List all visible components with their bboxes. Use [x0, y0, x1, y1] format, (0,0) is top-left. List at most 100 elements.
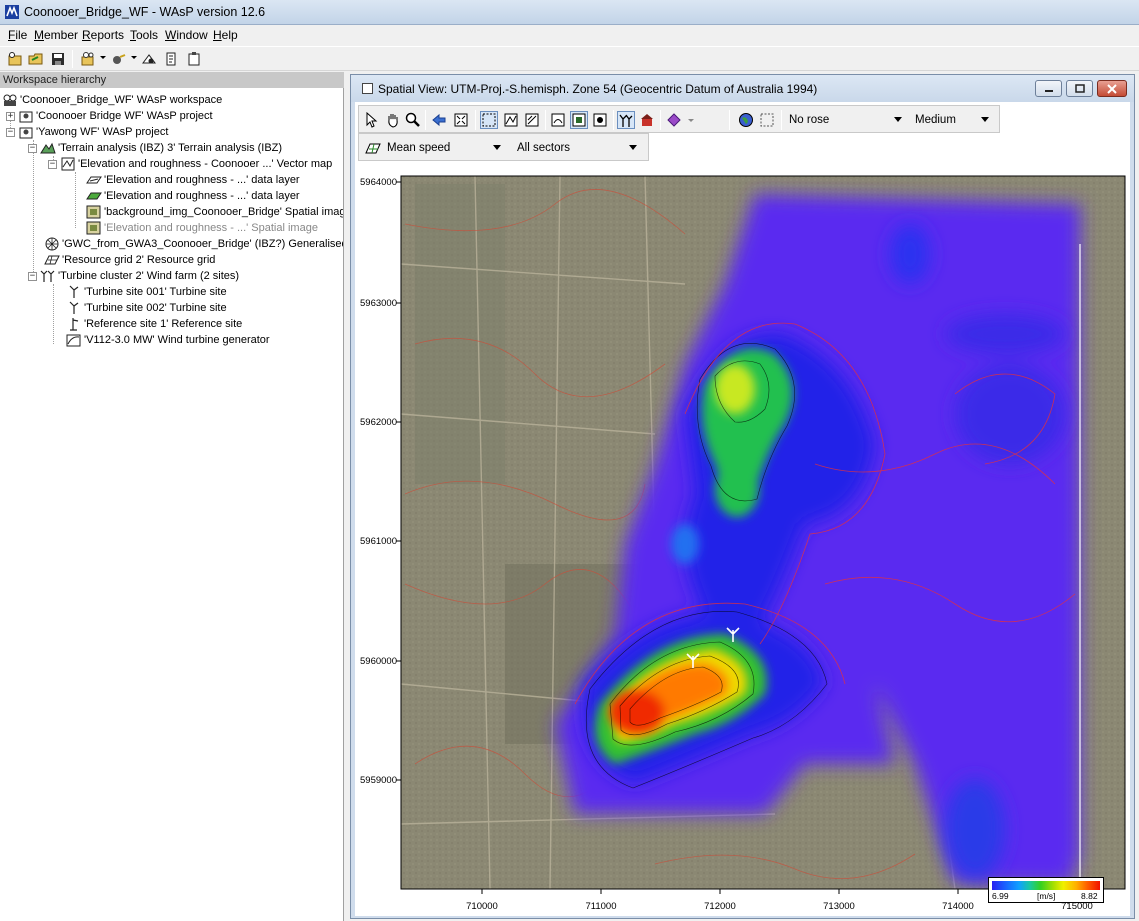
globe-icon[interactable] [737, 111, 755, 129]
menu-file[interactable]: File [8, 28, 27, 42]
collapse-toggle[interactable]: − [28, 271, 37, 281]
variable-select[interactable]: Mean speed [383, 138, 507, 157]
chevron-down-icon [493, 145, 501, 150]
x-tick-label: 712000 [704, 901, 736, 912]
tree-item-turbine-generator[interactable]: 'V112-3.0 MW' Wind turbine generator [66, 332, 270, 348]
spatial-view-titlebar[interactable]: Spatial View: UTM-Proj.-S.hemisph. Zone … [351, 75, 1134, 102]
menu-reports[interactable]: Reports [82, 28, 124, 42]
data-layer-icon [86, 176, 102, 184]
legend-unit: [m/s] [1037, 891, 1056, 901]
pan-hand-icon[interactable] [384, 111, 402, 129]
turbine-site-icon [69, 285, 79, 298]
map-layer-icon[interactable] [502, 111, 520, 129]
minimize-icon [1044, 89, 1053, 92]
add-member-icon[interactable] [110, 50, 128, 68]
zoom-icon[interactable] [404, 111, 422, 129]
tree-item-vector-map[interactable]: − 'Elevation and roughness - Coonooer ..… [48, 156, 332, 172]
resource-map[interactable] [355, 164, 1130, 916]
dashed-frame-icon[interactable] [758, 111, 776, 129]
rose-select[interactable]: No rose [785, 110, 908, 129]
spatial-view-toolbar: No rose Medium [358, 105, 1000, 133]
expand-toggle[interactable]: + [6, 111, 15, 121]
image-layer-icon[interactable] [570, 111, 588, 129]
tree-item-data-layer-2[interactable]: 'Elevation and roughness - ...' data lay… [86, 188, 300, 204]
size-select[interactable]: Medium [911, 110, 995, 129]
tree-item-generalised-wind-climate[interactable]: 'GWC_from_GWA3_Coonooer_Bridge' (IBZ?) G… [44, 236, 343, 252]
tree-item-terrain-analysis[interactable]: − 'Terrain analysis (IBZ) 3' Terrain ana… [28, 140, 282, 156]
spatial-image-icon [86, 205, 101, 219]
wasp-app-icon [5, 5, 19, 19]
wind-farm-icon [40, 270, 55, 282]
workspace-icon [3, 94, 17, 106]
grid-layer-icon[interactable] [591, 111, 609, 129]
pointer-tool-icon[interactable] [363, 111, 381, 129]
x-tick-label: 714000 [942, 901, 974, 912]
resource-grid-icon[interactable] [364, 139, 382, 157]
select-area-icon[interactable] [480, 111, 498, 129]
clipboard-icon[interactable] [185, 50, 203, 68]
x-tick-label: 711000 [585, 901, 617, 912]
report-icon[interactable] [162, 50, 180, 68]
tree-item-turbine-site-002[interactable]: 'Turbine site 002' Turbine site [66, 300, 227, 316]
spatial-view-window: Spatial View: UTM-Proj.-S.hemisph. Zone … [350, 74, 1135, 919]
open-folder-icon[interactable] [27, 50, 45, 68]
y-tick-label: 5961000 [360, 536, 397, 547]
spatial-view-title: Spatial View: UTM-Proj.-S.hemisph. Zone … [378, 82, 818, 96]
rose-color-icon[interactable] [665, 111, 683, 129]
data-layer-icon [86, 192, 102, 200]
menu-tools[interactable]: Tools [130, 28, 158, 42]
wind-farm-layer-icon[interactable] [617, 111, 635, 129]
variable-toolbar: Mean speed All sectors [358, 133, 649, 161]
y-tick-label: 5959000 [360, 775, 397, 786]
menu-help[interactable]: Help [213, 28, 238, 42]
chevron-down-icon [894, 117, 902, 122]
roughness-layer-icon[interactable] [523, 111, 541, 129]
chevron-down-icon [981, 117, 989, 122]
window-icon [362, 83, 373, 94]
maximize-button[interactable] [1066, 80, 1093, 97]
window-title: Coonooer_Bridge_WF - WAsP version 12.6 [24, 5, 266, 19]
turbine-generator-icon [66, 334, 81, 347]
legend-min: 6.99 [992, 891, 1009, 901]
restore-icon [1074, 84, 1085, 93]
x-tick-label: 710000 [466, 901, 498, 912]
y-tick-label: 5962000 [360, 417, 397, 428]
sector-select[interactable]: All sectors [513, 138, 643, 157]
zoom-extents-icon[interactable] [452, 111, 470, 129]
legend-max: 8.82 [1081, 891, 1098, 901]
tree-item-spatial-image-background[interactable]: 'background_img_Coonooer_Bridge' Spatial… [86, 204, 343, 220]
spatial-view-client: No rose Medium Mean speed All sectors 59… [355, 102, 1130, 916]
tree-item-project-yawong[interactable]: − 'Yawong WF' WAsP project [6, 124, 168, 140]
terrain-icon [40, 142, 56, 154]
x-tick-label: 713000 [823, 901, 855, 912]
y-tick-label: 5964000 [360, 177, 397, 188]
back-arrow-icon[interactable] [430, 111, 448, 129]
tree-item-reference-site[interactable]: 'Reference site 1' Reference site [66, 316, 242, 332]
insert-member-icon[interactable] [79, 50, 97, 68]
new-workspace-icon[interactable] [6, 50, 24, 68]
save-icon[interactable] [49, 50, 67, 68]
menu-member[interactable]: Member [34, 28, 78, 42]
contour-layer-icon[interactable] [549, 111, 567, 129]
tree-item-spatial-image-elevation[interactable]: 'Elevation and roughness - ...' Spatial … [86, 220, 318, 236]
legend-color-bar [992, 881, 1100, 890]
tree-item-resource-grid[interactable]: 'Resource grid 2' Resource grid [44, 252, 215, 268]
tree-item-data-layer-1[interactable]: 'Elevation and roughness - ...' data lay… [86, 172, 300, 188]
turbine-site-icon [69, 301, 79, 314]
close-button[interactable] [1097, 80, 1127, 97]
calculate-icon[interactable] [140, 50, 158, 68]
window-titlebar: Coonooer_Bridge_WF - WAsP version 12.6 [0, 0, 1139, 25]
menu-window[interactable]: Window [165, 28, 208, 42]
site-layer-icon[interactable] [638, 111, 656, 129]
minimize-button[interactable] [1035, 80, 1062, 97]
workspace-tree: 'Coonooer_Bridge_WF' WAsP workspace + 'C… [0, 88, 344, 921]
collapse-toggle[interactable]: − [48, 159, 57, 169]
workspace-hierarchy-header: Workspace hierarchy [0, 72, 344, 88]
map-view[interactable]: 5964000 5963000 5962000 5961000 5960000 … [355, 164, 1130, 916]
collapse-toggle[interactable]: − [6, 127, 15, 137]
tree-item-project-coonooer[interactable]: + 'Coonooer Bridge WF' WAsP project [6, 108, 213, 124]
tree-item-workspace[interactable]: 'Coonooer_Bridge_WF' WAsP workspace [2, 92, 222, 108]
collapse-toggle[interactable]: − [28, 143, 37, 153]
tree-item-wind-farm[interactable]: − 'Turbine cluster 2' Wind farm (2 sites… [28, 268, 239, 284]
tree-item-turbine-site-001[interactable]: 'Turbine site 001' Turbine site [66, 284, 227, 300]
